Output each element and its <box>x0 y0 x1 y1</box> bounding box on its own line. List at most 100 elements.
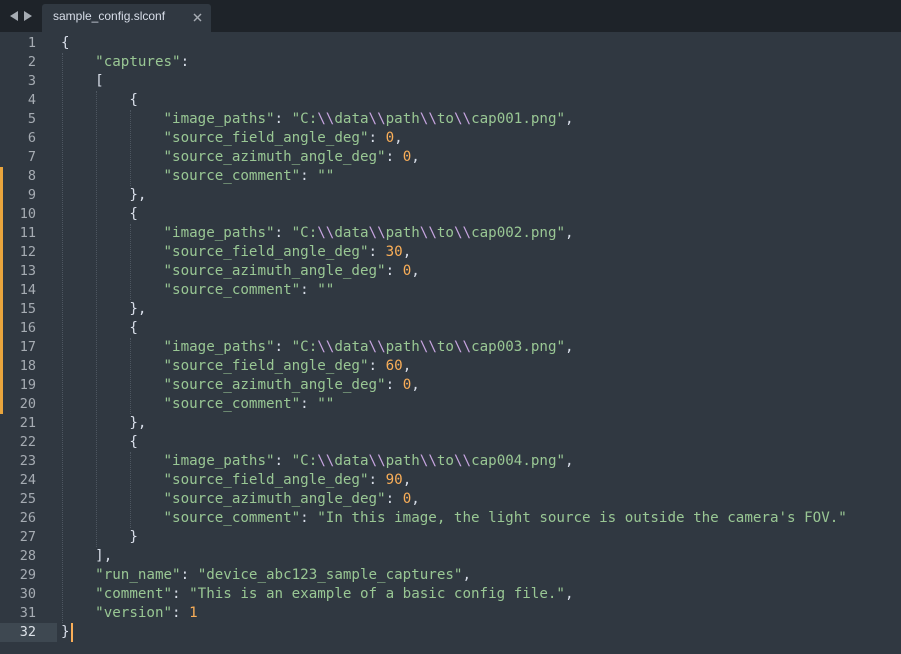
code-token: \\ <box>453 225 472 241</box>
code-token: : <box>274 453 292 469</box>
code-token: \\ <box>317 339 335 355</box>
code-line: "source_comment": "" <box>61 395 335 414</box>
line-number: 28 <box>19 548 36 564</box>
code-line: "source_field_angle_deg": 60, <box>61 357 412 376</box>
code-line: "image_paths": "C:\\data\\path\\to\\cap0… <box>61 110 574 129</box>
line-number: 9 <box>27 187 36 203</box>
code-token: "source_comment" <box>163 168 301 184</box>
code-token: 0 <box>402 491 412 507</box>
code-token: : <box>385 149 403 165</box>
code-token: \\ <box>317 225 335 241</box>
code-line: }, <box>61 414 146 433</box>
tab-sample-config[interactable]: sample_config.slconf <box>42 4 211 32</box>
code-token: : <box>274 339 292 355</box>
code-token: : <box>180 567 198 583</box>
line-number: 22 <box>19 434 36 450</box>
code-line: }, <box>61 186 146 205</box>
code-token: path <box>385 453 420 469</box>
code-token: \\ <box>368 339 386 355</box>
code-token: \\ <box>453 111 472 127</box>
code-token: cap004.png" <box>471 453 566 469</box>
code-token: "This is an example of a basic config fi… <box>189 586 565 602</box>
code-line: { <box>61 91 138 110</box>
code-token: "C: <box>291 225 318 241</box>
code-token: , <box>565 225 574 241</box>
code-line: { <box>61 433 138 452</box>
code-token: to <box>436 225 454 241</box>
code-token: \\ <box>453 453 472 469</box>
code-token: \\ <box>453 339 472 355</box>
code-token: \\ <box>368 225 386 241</box>
line-number: 7 <box>27 149 36 165</box>
line-number: 26 <box>19 510 36 526</box>
code-token: "device_abc123_sample_captures" <box>197 567 463 583</box>
tab-forward-button[interactable] <box>22 6 34 26</box>
code-token: 0 <box>385 130 395 146</box>
code-line: "source_comment": "" <box>61 167 335 186</box>
code-token: "source_azimuth_angle_deg" <box>163 263 386 279</box>
code-token: , <box>565 111 574 127</box>
line-number: 13 <box>19 263 36 279</box>
code-token: "source_comment" <box>163 282 301 298</box>
code-token: 0 <box>402 263 412 279</box>
code-token: : <box>300 396 318 412</box>
code-token: "captures" <box>95 54 181 70</box>
code-line: { <box>61 34 70 53</box>
code-token: : <box>172 605 190 621</box>
code-token: : <box>385 263 403 279</box>
code-token: to <box>436 339 454 355</box>
code-line: } <box>61 528 138 547</box>
code-line: "image_paths": "C:\\data\\path\\to\\cap0… <box>61 224 574 243</box>
code-token: }, <box>61 187 147 203</box>
modified-lines-marker <box>0 167 3 414</box>
code-token: } <box>61 624 70 640</box>
code-token: "image_paths" <box>163 225 275 241</box>
code-token: }, <box>61 301 147 317</box>
code-token: : <box>368 358 386 374</box>
triangle-right-icon <box>24 11 32 21</box>
code-token: , <box>402 244 412 260</box>
code-token: : <box>368 130 386 146</box>
code-token: \\ <box>419 111 437 127</box>
tab-filename: sample_config.slconf <box>53 9 166 23</box>
code-line: } <box>61 623 70 642</box>
code-token: , <box>462 567 472 583</box>
line-number: 1 <box>27 35 36 51</box>
line-number: 19 <box>19 377 36 393</box>
line-number: 4 <box>27 92 36 108</box>
code-token: , <box>411 263 420 279</box>
code-line: "source_field_angle_deg": 30, <box>61 243 412 262</box>
tab-bar: sample_config.slconf <box>0 0 901 32</box>
code-token: : <box>368 472 386 488</box>
line-number: 15 <box>19 301 36 317</box>
code-token: "image_paths" <box>163 453 275 469</box>
line-number: 27 <box>19 529 36 545</box>
triangle-left-icon <box>10 11 18 21</box>
line-number: 20 <box>19 396 36 412</box>
code-token: { <box>61 320 138 336</box>
line-number: 31 <box>19 605 36 621</box>
line-number: 3 <box>27 73 36 89</box>
code-token: 60 <box>385 358 403 374</box>
tab-close-button[interactable] <box>190 10 204 24</box>
code-token: "source_field_angle_deg" <box>163 472 369 488</box>
code-token: , <box>411 377 420 393</box>
tab-back-button[interactable] <box>8 6 20 26</box>
line-number: 17 <box>19 339 36 355</box>
code-editor[interactable]: 1 2 3 4 5 6 7 8 9 10 11 12 13 14 15 16 17 18 19 20 21 22 23 24 2… <box>0 32 901 654</box>
code-line: [ <box>61 72 104 91</box>
line-number: 5 <box>27 111 36 127</box>
line-number: 30 <box>19 586 36 602</box>
code-token: , <box>394 130 403 146</box>
line-number: 29 <box>19 567 36 583</box>
code-token: "" <box>317 168 335 184</box>
code-token: 90 <box>385 472 403 488</box>
